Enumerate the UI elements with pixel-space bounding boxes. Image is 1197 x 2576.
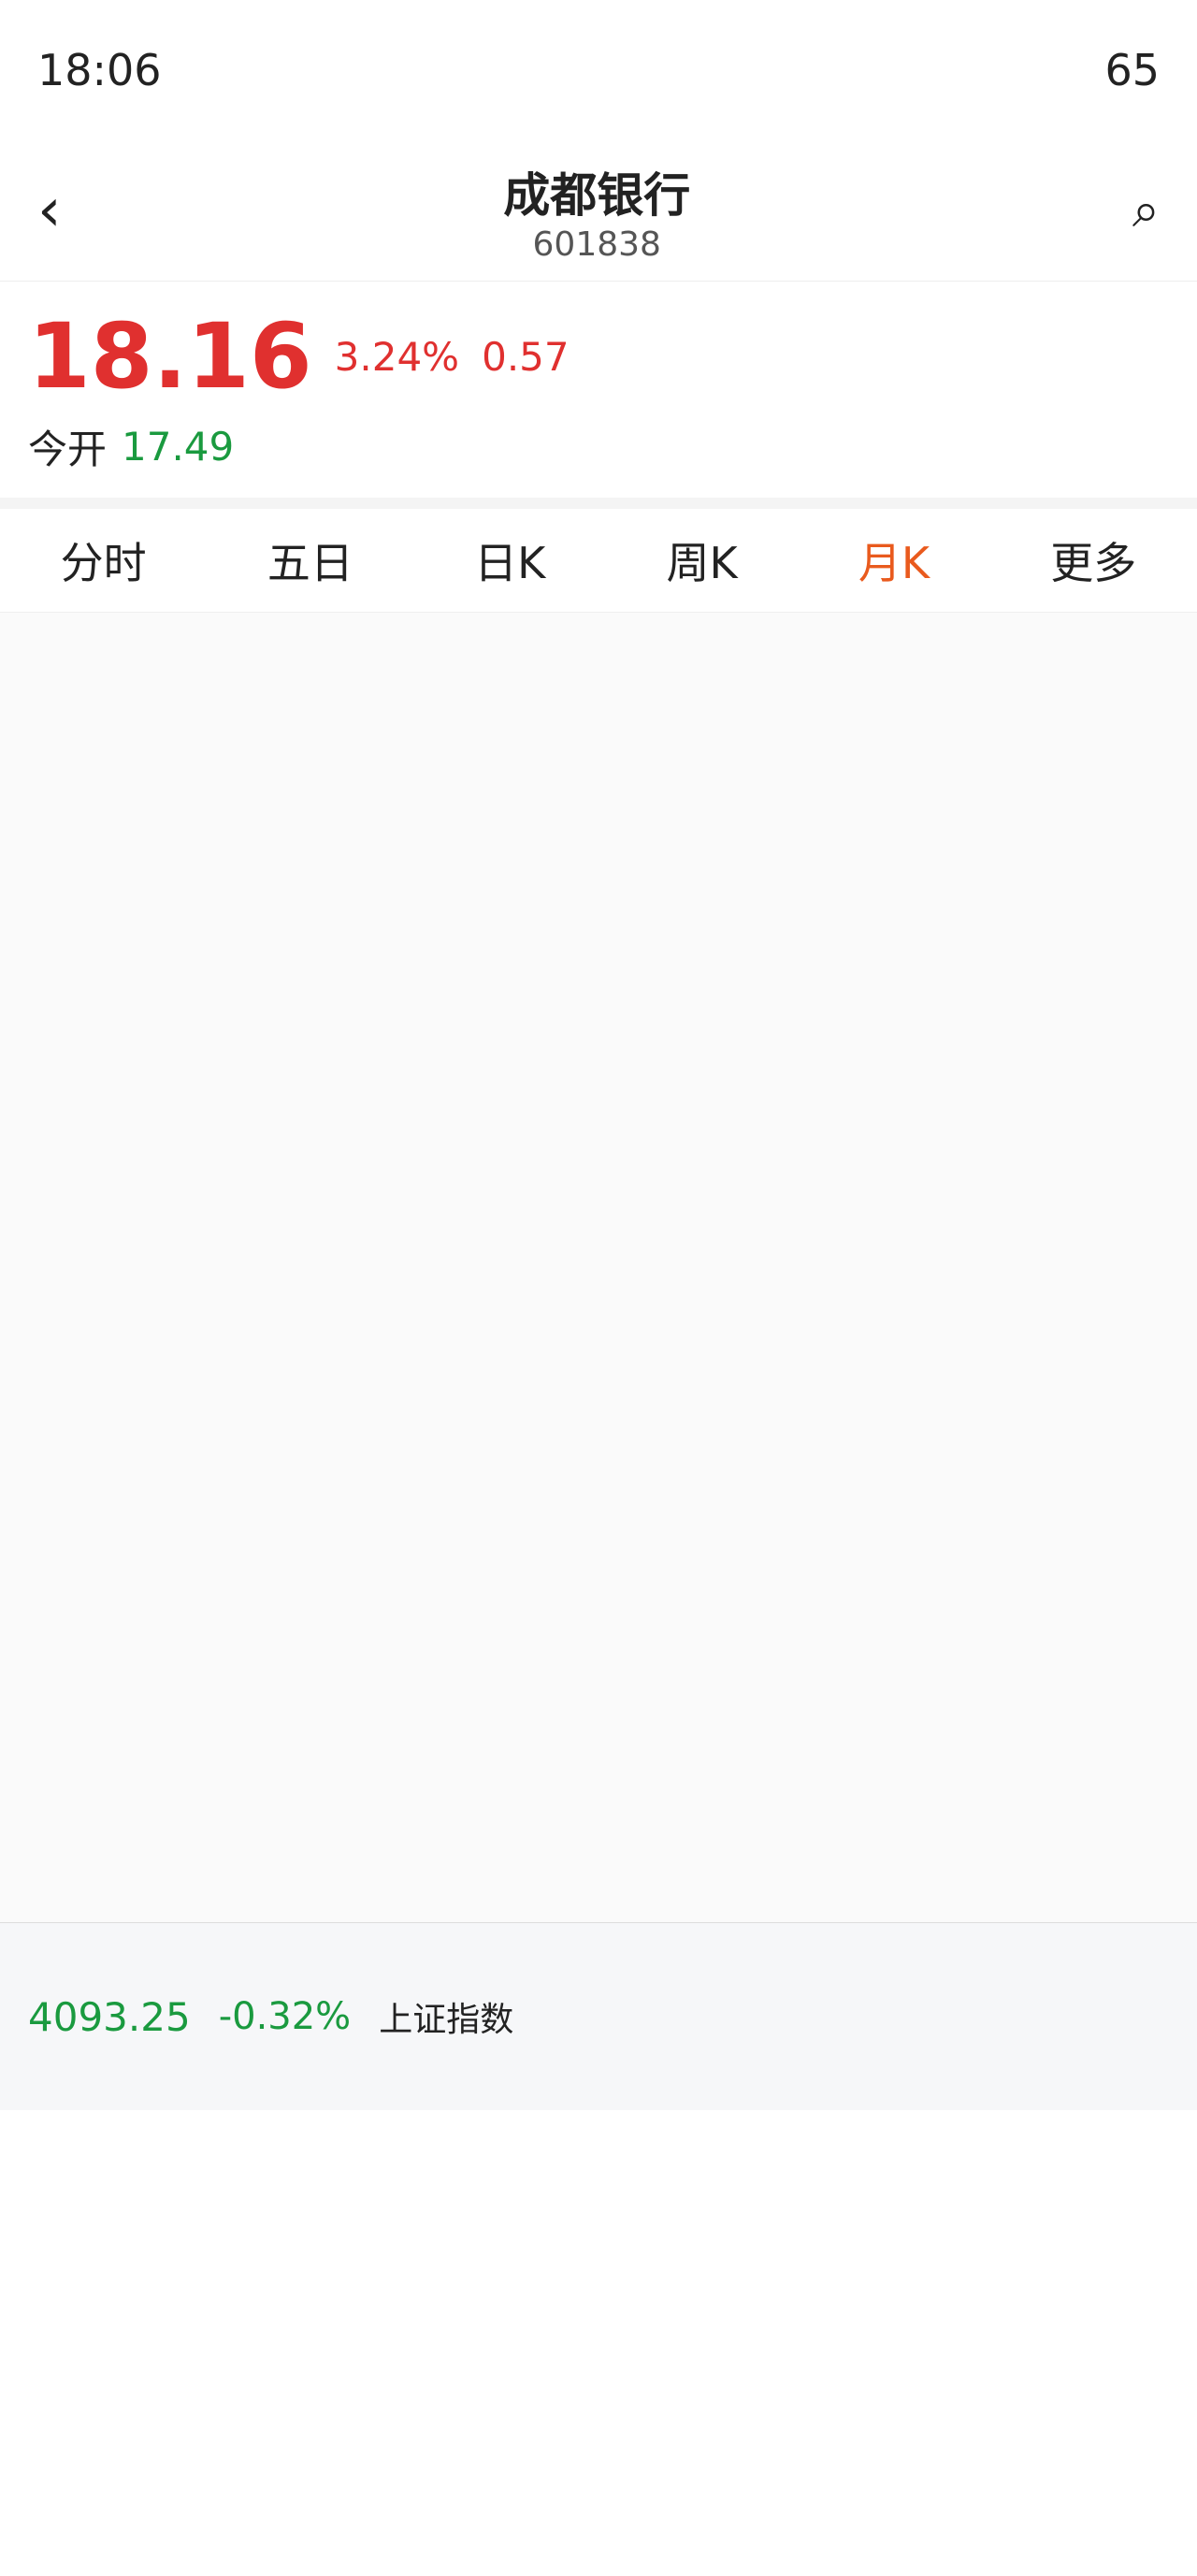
change-pct: 3.24% (334, 333, 460, 380)
search-icon[interactable]: ⌕ (1132, 182, 1160, 239)
open-value: 17.49 (122, 424, 235, 470)
battery-indicator: 65 (1104, 45, 1160, 95)
status-time: 18:06 (37, 45, 162, 95)
tab-monthly-k[interactable]: 月K (858, 529, 930, 591)
stock-title: 成都银行 601838 (503, 158, 690, 264)
back-icon[interactable]: ‹ (37, 176, 62, 245)
tab-intraday[interactable]: 分时 (61, 529, 147, 591)
bottom-bar: 4093.25 -0.32% 上证指数 (0, 1923, 1197, 2110)
stock-name: 成都银行 (503, 167, 691, 223)
stock-code: 601838 (532, 224, 661, 264)
last-price: 18.16 (28, 304, 312, 409)
tab-daily-k[interactable]: 日K (474, 529, 545, 591)
tab-more[interactable]: 更多 (1050, 529, 1136, 591)
quote-panel: 18.16 3.24% 0.57 今开 17.49 (0, 282, 1197, 509)
tab-five-day[interactable]: 五日 (267, 529, 353, 591)
app-header: ‹ 成都银行 601838 ⌕ (0, 140, 1197, 282)
kline-chart-placeholder[interactable] (0, 613, 1197, 1923)
status-bar: 18:06 65 (0, 0, 1197, 140)
tab-weekly-k[interactable]: 周K (666, 529, 737, 591)
index-value[interactable]: 4093.25 (28, 1994, 191, 2040)
index-name: 上证指数 (379, 2001, 514, 2039)
chart-tabs: 分时 五日 日K 周K 月K 更多 (0, 509, 1197, 613)
open-label: 今开 (28, 427, 108, 472)
index-change: -0.32% (218, 1995, 352, 2038)
change-amount: 0.57 (482, 333, 570, 380)
